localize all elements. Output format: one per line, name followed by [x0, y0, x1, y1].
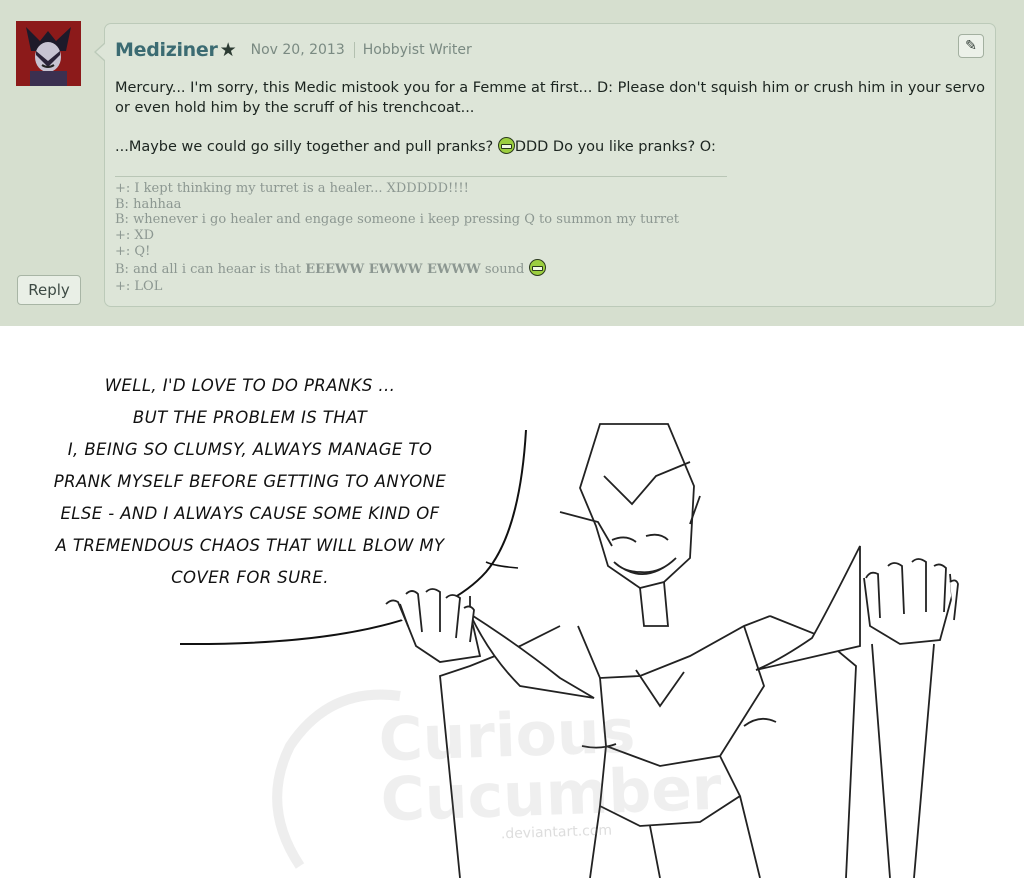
avatar-image	[16, 21, 81, 86]
reply-button[interactable]: Reply	[17, 275, 81, 305]
chat-text: sound	[484, 262, 525, 278]
comment-paragraph-1: Mercury... I'm sorry, this Medic mistook…	[115, 80, 985, 116]
grin-emoticon-icon	[528, 259, 546, 277]
comic-panel: Well, I'd love to do pranks ... but the …	[0, 326, 1024, 878]
caption-line: else - and I always cause some kind of	[60, 504, 440, 523]
caption-line: but the problem is that	[132, 408, 368, 427]
comment-header: Mediziner ★ Nov 20, 2013 Hobbyist Writer	[115, 36, 472, 64]
chat-line: +: LOL	[115, 279, 163, 295]
comment-bubble-tail	[94, 42, 106, 62]
caption-line: a tremendous chaos that will blow my	[55, 536, 445, 555]
header-separator	[353, 42, 355, 58]
chat-line: +: I kept thinking my turret is a healer…	[115, 181, 469, 196]
chat-line: +: XD	[115, 228, 155, 244]
paragraph-2-text-a: ...Maybe we could go silly together and …	[115, 139, 494, 155]
comic-caption: Well, I'd love to do pranks ... but the …	[30, 370, 470, 594]
comment-date[interactable]: Nov 20, 2013	[251, 42, 345, 58]
chat-line: +: Q!	[115, 243, 151, 259]
caption-line: I, being so clumsy, always manage to	[67, 440, 433, 459]
chat-line: B: and all i can heaar is that EEEWW EWW…	[115, 259, 815, 279]
paragraph-2-text-b: DDD Do you like pranks? O:	[514, 139, 716, 155]
user-role: Hobbyist Writer	[362, 42, 472, 58]
caption-line: cover for sure.	[171, 568, 329, 587]
chat-bold-text: EEEWW EWWW EWWW	[305, 262, 481, 278]
comment-box: Mediziner ★ Nov 20, 2013 Hobbyist Writer…	[94, 23, 996, 307]
quote-divider	[115, 176, 727, 177]
username-link[interactable]: Mediziner	[115, 39, 218, 61]
grin-emoticon-icon	[497, 137, 515, 154]
chat-quote: +: I kept thinking my turret is a healer…	[115, 181, 815, 295]
artist-watermark: Curious Cucumber .deviantart.com	[378, 697, 723, 847]
chat-line: B: whenever i go healer and engage someo…	[115, 212, 680, 228]
star-icon: ★	[219, 39, 237, 61]
user-avatar[interactable]	[16, 21, 81, 86]
chat-line: B: hahhaa	[115, 196, 182, 212]
caption-line: prank myself before getting to anyone	[53, 472, 447, 491]
comment-paragraph-2: ...Maybe we could go silly together and …	[115, 137, 985, 157]
chat-text: B: and all i can heaar is that	[115, 262, 302, 278]
comment-section: Reply Mediziner ★ Nov 20, 2013 Hobbyist …	[0, 0, 1024, 326]
edit-pencil-button[interactable]: ✎	[958, 34, 984, 58]
pencil-icon: ✎	[965, 38, 977, 54]
caption-line: Well, I'd love to do pranks ...	[104, 376, 396, 395]
